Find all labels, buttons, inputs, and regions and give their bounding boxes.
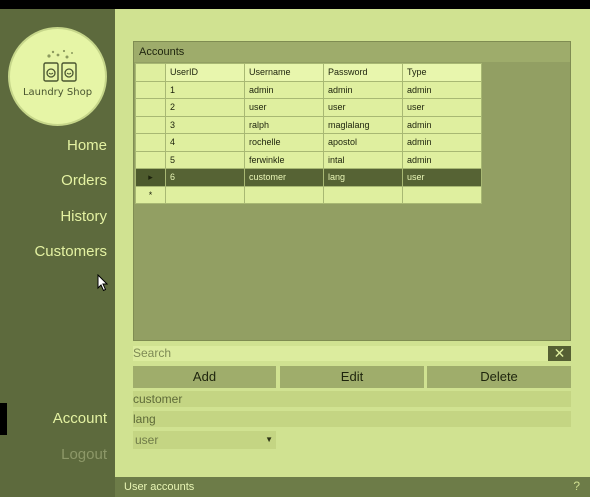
column-header-password[interactable]: Password: [323, 63, 403, 82]
table-header-row: UserID Username Password Type: [135, 63, 482, 82]
cell-type[interactable]: admin: [402, 150, 482, 169]
accounts-title: Accounts: [134, 42, 570, 62]
password-field[interactable]: lang: [133, 411, 571, 427]
search-input[interactable]: Search: [133, 346, 571, 361]
logo: Laundry Shop: [8, 27, 107, 126]
row-header-corner: [135, 63, 166, 82]
table-row[interactable]: 1 admin admin admin: [135, 80, 482, 99]
cell-username[interactable]: admin: [244, 80, 324, 99]
nav-account[interactable]: Account: [53, 410, 107, 427]
nav-customers[interactable]: Customers: [34, 243, 107, 260]
new-row-marker-icon[interactable]: *: [135, 185, 166, 204]
cell-password[interactable]: maglalang: [323, 115, 403, 134]
add-button[interactable]: Add: [133, 366, 276, 388]
table-new-row[interactable]: *: [135, 185, 482, 204]
top-bar: [0, 0, 590, 9]
close-icon[interactable]: ✕: [548, 346, 571, 361]
column-header-username[interactable]: Username: [244, 63, 324, 82]
type-select-value: user: [135, 433, 159, 447]
cell-username[interactable]: customer: [244, 168, 324, 187]
washing-machines-icon: [43, 49, 77, 82]
cell-type[interactable]: admin: [402, 115, 482, 134]
cell-userid[interactable]: 4: [165, 133, 245, 152]
table-row[interactable]: 5 ferwinkle intal admin: [135, 150, 482, 169]
cell-username[interactable]: rochelle: [244, 133, 324, 152]
cell-empty[interactable]: [402, 185, 482, 204]
edit-button[interactable]: Edit: [280, 366, 424, 388]
active-nav-indicator: [0, 403, 7, 435]
cell-userid[interactable]: 2: [165, 98, 245, 117]
mouse-cursor-icon: [97, 274, 109, 292]
row-header[interactable]: [135, 80, 166, 99]
nav-logout[interactable]: Logout: [61, 446, 107, 463]
table-row[interactable]: 3 ralph maglalang admin: [135, 115, 482, 134]
status-text: User accounts: [124, 481, 195, 493]
cell-username[interactable]: user: [244, 98, 324, 117]
row-header[interactable]: [135, 133, 166, 152]
cell-type[interactable]: user: [402, 98, 482, 117]
cell-empty[interactable]: [165, 185, 245, 204]
sidebar: Laundry Shop Home Orders History Custome…: [0, 9, 115, 497]
status-bar: User accounts ?: [115, 477, 590, 497]
cell-type[interactable]: user: [402, 168, 482, 187]
cell-password[interactable]: lang: [323, 168, 403, 187]
logo-text: Laundry Shop: [22, 87, 93, 98]
cell-userid[interactable]: 6: [165, 168, 245, 187]
username-field[interactable]: customer: [133, 391, 571, 407]
help-icon[interactable]: ?: [573, 479, 580, 493]
type-select[interactable]: user ▼: [133, 431, 276, 449]
row-header[interactable]: [135, 98, 166, 117]
cell-userid[interactable]: 3: [165, 115, 245, 134]
delete-button[interactable]: Delete: [427, 366, 571, 388]
table-row[interactable]: 4 rochelle apostol admin: [135, 133, 482, 152]
cell-username[interactable]: ferwinkle: [244, 150, 324, 169]
nav-home[interactable]: Home: [67, 137, 107, 154]
current-row-arrow-icon[interactable]: ▸: [135, 168, 166, 187]
cell-empty[interactable]: [244, 185, 324, 204]
row-header[interactable]: [135, 150, 166, 169]
cell-userid[interactable]: 1: [165, 80, 245, 99]
cell-password[interactable]: intal: [323, 150, 403, 169]
column-header-userid[interactable]: UserID: [165, 63, 245, 82]
table-row[interactable]: 2 user user user: [135, 98, 482, 117]
cell-empty[interactable]: [323, 185, 403, 204]
cell-password[interactable]: admin: [323, 80, 403, 99]
cell-type[interactable]: admin: [402, 133, 482, 152]
cell-password[interactable]: user: [323, 98, 403, 117]
nav-history[interactable]: History: [60, 208, 107, 225]
cell-userid[interactable]: 5: [165, 150, 245, 169]
cell-password[interactable]: apostol: [323, 133, 403, 152]
row-header[interactable]: [135, 115, 166, 134]
cell-username[interactable]: ralph: [244, 115, 324, 134]
table-row-selected[interactable]: ▸ 6 customer lang user: [135, 168, 482, 187]
nav-orders[interactable]: Orders: [61, 172, 107, 189]
column-header-type[interactable]: Type: [402, 63, 482, 82]
chevron-down-icon[interactable]: ▼: [265, 431, 273, 449]
accounts-table[interactable]: UserID Username Password Type 1 admin ad…: [135, 63, 482, 204]
cell-type[interactable]: admin: [402, 80, 482, 99]
